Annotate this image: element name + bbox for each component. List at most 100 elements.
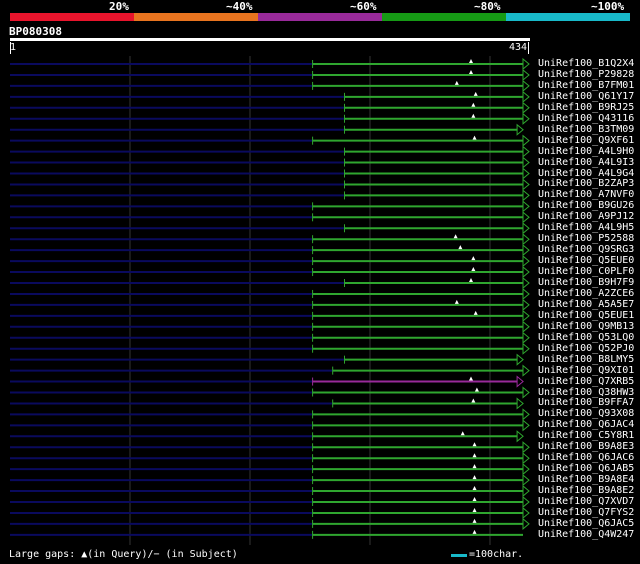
gap-in-query-marker xyxy=(474,387,479,392)
hit-end-arrow xyxy=(522,189,530,202)
hit-end-arrow xyxy=(522,309,530,322)
hit-end-arrow xyxy=(522,331,530,344)
hit-label-link[interactable]: UniRef100_P52588 xyxy=(538,233,634,244)
gap-in-query-marker xyxy=(472,497,477,501)
hit-label-link[interactable]: UniRef100_B2ZAP3 xyxy=(538,178,634,189)
hit-label-link[interactable]: UniRef100_Q38HW3 xyxy=(538,387,634,398)
gap-in-query-marker xyxy=(472,464,477,469)
gap-in-query-marker xyxy=(471,398,476,403)
gap-in-query-marker xyxy=(471,113,476,118)
hit-label-link[interactable]: UniRef100_Q43116 xyxy=(538,113,634,124)
hit-end-arrow xyxy=(522,90,530,103)
hit-end-arrow xyxy=(516,353,524,366)
legend-scale-line xyxy=(451,554,467,557)
gap-in-query-marker xyxy=(471,267,476,272)
gap-in-query-marker xyxy=(468,59,473,63)
hit-end-arrow xyxy=(522,68,530,82)
hit-end-arrow xyxy=(522,517,530,530)
hit-end-arrow xyxy=(522,342,530,355)
hit-label-link[interactable]: UniRef100_Q93X08 xyxy=(538,408,634,419)
hit-end-arrow xyxy=(522,506,530,520)
hit-label-link[interactable]: UniRef100_Q6JAC6 xyxy=(538,452,634,463)
hit-label-link[interactable]: UniRef100_Q5EUE0 xyxy=(538,255,634,266)
gap-in-query-marker xyxy=(458,245,463,250)
hit-end-arrow xyxy=(522,167,530,180)
hit-label-link[interactable]: UniRef100_Q9MB13 xyxy=(538,321,634,332)
gap-in-query-marker xyxy=(454,299,459,304)
gap-in-query-marker xyxy=(473,91,478,96)
hit-label-link[interactable]: UniRef100_B9A8E4 xyxy=(538,474,634,485)
hit-end-arrow xyxy=(522,320,530,333)
hit-label-link[interactable]: UniRef100_B9H7F9 xyxy=(538,277,634,288)
hit-end-arrow xyxy=(522,57,530,71)
gap-in-query-marker xyxy=(472,475,477,480)
hit-end-arrow xyxy=(522,265,530,279)
hit-label-link[interactable]: UniRef100_A5A5E7 xyxy=(538,299,634,310)
hit-end-arrow xyxy=(522,408,530,421)
hit-label-link[interactable]: UniRef100_A4L9I3 xyxy=(538,157,634,168)
gap-in-query-marker xyxy=(472,486,477,491)
gap-in-query-marker xyxy=(468,376,473,381)
hit-end-arrow xyxy=(522,156,530,169)
hit-label-link[interactable]: UniRef100_Q4W247 xyxy=(538,529,634,540)
hit-end-arrow xyxy=(522,463,530,476)
hit-end-arrow xyxy=(522,112,530,125)
hit-label-link[interactable]: UniRef100_B1Q2X4 xyxy=(538,58,634,69)
hit-label-link[interactable]: UniRef100_Q6JAC4 xyxy=(538,419,634,430)
hit-label-link[interactable]: UniRef100_A4L9H0 xyxy=(538,146,634,157)
hit-label-link[interactable]: UniRef100_Q7XRB5 xyxy=(538,376,634,387)
hit-end-arrow xyxy=(516,430,524,443)
hit-label-link[interactable]: UniRef100_B7FM01 xyxy=(538,80,634,91)
gap-in-query-marker xyxy=(472,135,477,140)
hit-label-link[interactable]: UniRef100_Q6JAC5 xyxy=(538,518,634,529)
hit-label-link[interactable]: UniRef100_B9A8E2 xyxy=(538,485,634,496)
hit-end-arrow xyxy=(522,298,530,311)
hit-label-link[interactable]: UniRef100_A4L9G4 xyxy=(538,168,634,179)
hit-end-arrow xyxy=(522,495,530,509)
hit-end-arrow xyxy=(522,222,530,235)
gap-in-query-marker xyxy=(468,69,473,74)
hit-label-link[interactable]: UniRef100_A7NVF0 xyxy=(538,189,634,200)
hit-label-link[interactable]: UniRef100_Q53LQ0 xyxy=(538,332,634,343)
hit-end-arrow xyxy=(522,255,530,268)
hit-label-link[interactable]: UniRef100_Q61Y17 xyxy=(538,91,634,102)
hit-label-link[interactable]: UniRef100_Q5EUE1 xyxy=(538,310,634,321)
hit-end-arrow xyxy=(522,484,530,498)
hit-end-arrow xyxy=(522,419,530,432)
hit-label-link[interactable]: UniRef100_B9FFA7 xyxy=(538,397,634,408)
hit-end-arrow xyxy=(522,134,530,147)
hit-label-link[interactable]: UniRef100_C0PLF0 xyxy=(538,266,634,277)
hit-label-link[interactable]: UniRef100_Q52PJ0 xyxy=(538,343,634,354)
hit-label-link[interactable]: UniRef100_A2ZCE6 xyxy=(538,288,634,299)
hit-end-arrow xyxy=(522,287,530,301)
hit-label-link[interactable]: UniRef100_Q6JAB5 xyxy=(538,463,634,474)
gap-in-query-marker xyxy=(472,507,477,512)
hit-label-link[interactable]: UniRef100_B9GU26 xyxy=(538,200,634,211)
hit-end-arrow xyxy=(522,200,530,213)
hit-end-arrow xyxy=(516,375,524,388)
gap-in-query-marker xyxy=(472,453,477,458)
hit-label-link[interactable]: UniRef100_P29828 xyxy=(538,69,634,80)
hit-label-link[interactable]: UniRef100_Q7XVD7 xyxy=(538,496,634,507)
hit-label-link[interactable]: UniRef100_B8LMY5 xyxy=(538,354,634,365)
gap-in-query-marker xyxy=(472,442,477,447)
legend-scale-text: =100char. xyxy=(469,549,524,560)
hit-label-link[interactable]: UniRef100_Q9SRG3 xyxy=(538,244,634,255)
hit-end-arrow xyxy=(516,397,524,410)
hit-label-link[interactable]: UniRef100_Q9XF61 xyxy=(538,135,634,146)
hit-label-link[interactable]: UniRef100_Q9XI01 xyxy=(538,365,634,376)
hit-label-link[interactable]: UniRef100_B3TM09 xyxy=(538,124,634,135)
hit-label-link[interactable]: UniRef100_B9RJ25 xyxy=(538,102,634,113)
hit-end-arrow xyxy=(522,364,530,377)
hit-label-link[interactable]: UniRef100_Q7FYS2 xyxy=(538,507,634,518)
hit-label-link[interactable]: UniRef100_A4L9H5 xyxy=(538,222,634,233)
hit-end-arrow xyxy=(522,441,530,454)
hit-end-arrow xyxy=(522,452,530,465)
gap-in-query-marker xyxy=(472,529,477,534)
hit-label-link[interactable]: UniRef100_B9A8E3 xyxy=(538,441,634,452)
gap-in-query-marker xyxy=(471,102,476,107)
hit-label-link[interactable]: UniRef100_C5Y8R1 xyxy=(538,430,634,441)
legend-gaps-text: Large gaps: ▲(in Query)/− (in Subject) xyxy=(9,549,238,560)
hit-end-arrow xyxy=(522,276,530,290)
hit-label-link[interactable]: UniRef100_A9PJ12 xyxy=(538,211,634,222)
